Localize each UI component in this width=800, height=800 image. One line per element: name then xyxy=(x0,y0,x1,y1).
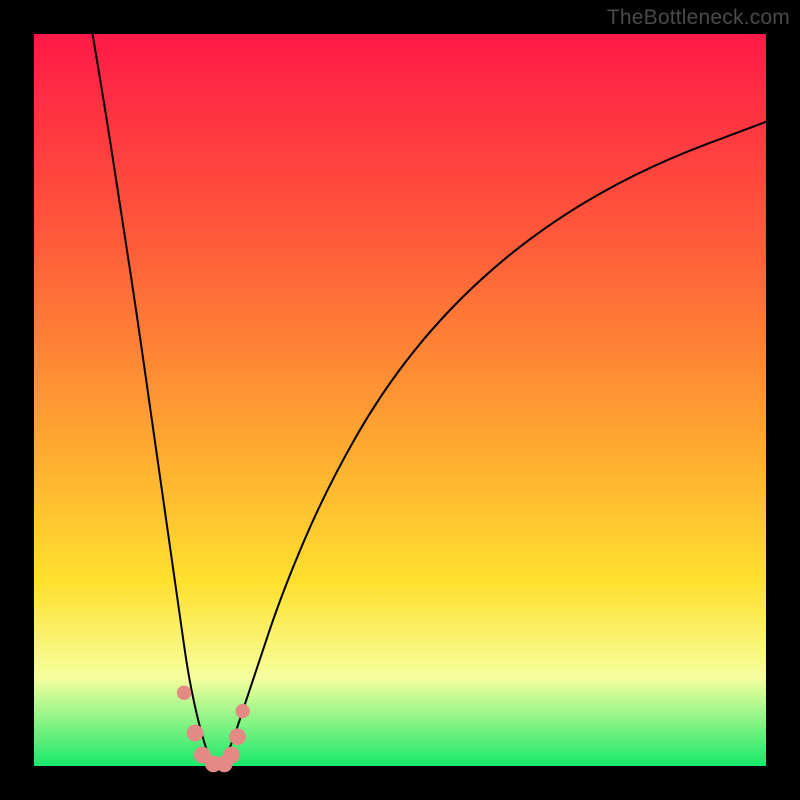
marker-dot xyxy=(187,725,204,742)
marker-dot xyxy=(223,747,240,764)
marker-dot xyxy=(229,728,246,745)
chart-frame: TheBottleneck.com xyxy=(0,0,800,800)
marker-dot xyxy=(235,704,249,718)
watermark-text: TheBottleneck.com xyxy=(607,6,790,30)
plot-area xyxy=(34,34,766,766)
marker-dot xyxy=(177,686,191,700)
bottleneck-curve xyxy=(93,34,766,764)
marker-group xyxy=(177,686,250,773)
curve-layer xyxy=(34,34,766,766)
